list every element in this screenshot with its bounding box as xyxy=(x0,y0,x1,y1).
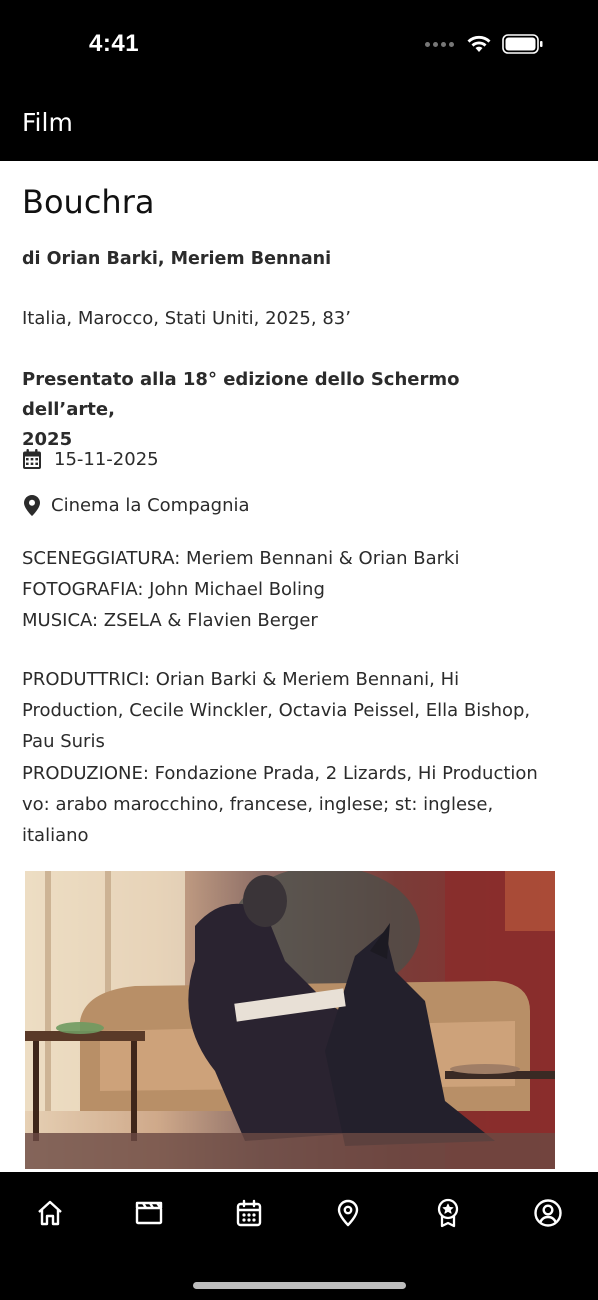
tab-bar xyxy=(0,1172,598,1300)
screening-date: 15-11-2025 xyxy=(22,448,159,470)
wifi-icon xyxy=(467,35,491,52)
credit-line: PRODUTTRICI: Orian Barki & Meriem Bennan… xyxy=(22,669,460,690)
tab-venues[interactable] xyxy=(331,1196,365,1230)
calendar-icon xyxy=(236,1199,262,1227)
page-title: Film xyxy=(22,108,73,137)
credit-line: FOTOGRAFIA: John Michael Boling xyxy=(22,579,325,601)
app-header: Film xyxy=(0,90,598,161)
film-detail[interactable]: Bouchra di Orian Barki, Meriem Bennani I… xyxy=(0,161,598,1172)
film-presented-line: Presentato alla 18° edizione dello Scher… xyxy=(22,369,460,420)
map-pin-icon xyxy=(22,494,42,516)
battery-icon xyxy=(502,34,543,54)
home-indicator xyxy=(193,1282,406,1289)
tab-calendar[interactable] xyxy=(232,1196,266,1230)
film-icon xyxy=(135,1201,163,1225)
credit-line: PRODUZIONE: Fondazione Prada, 2 Lizards,… xyxy=(22,762,538,784)
film-title: Bouchra xyxy=(22,183,155,221)
film-directors: di Orian Barki, Meriem Bennani xyxy=(22,249,332,269)
film-still-image xyxy=(25,871,555,1169)
map-pin-icon xyxy=(337,1199,359,1227)
status-icons xyxy=(425,34,544,54)
credit-line: MUSICA: ZSELA & Flavien Berger xyxy=(22,610,318,632)
credit-line: Pau Suris xyxy=(22,731,105,753)
screening-venue-text: Cinema la Compagnia xyxy=(51,494,250,516)
production-block: PRODUTTRICI: Orian Barki & Meriem Bennan… xyxy=(22,664,562,851)
signal-icon xyxy=(425,41,454,47)
award-icon xyxy=(437,1198,459,1228)
screening-venue[interactable]: Cinema la Compagnia xyxy=(22,494,250,516)
credit-line: Production, Cecile Winckler, Octavia Pei… xyxy=(22,700,531,722)
calendar-icon xyxy=(22,448,42,470)
user-icon xyxy=(534,1199,562,1227)
film-origin: Italia, Marocco, Stati Uniti, 2025, 83’ xyxy=(22,308,351,329)
credits-block: SCENEGGIATURA: Meriem Bennani & Orian Ba… xyxy=(22,543,562,637)
tab-awards[interactable] xyxy=(431,1196,465,1230)
credit-line: vo: arabo marocchino, francese, inglese;… xyxy=(22,793,494,815)
home-icon xyxy=(38,1200,62,1226)
credit-line: SCENEGGIATURA: Meriem Bennani & Orian Ba… xyxy=(22,548,460,569)
status-bar: 4:41 xyxy=(0,0,598,90)
tab-profile[interactable] xyxy=(531,1196,565,1230)
credit-line: italiano xyxy=(22,825,89,847)
tab-films[interactable] xyxy=(132,1196,166,1230)
screening-date-text: 15-11-2025 xyxy=(54,448,159,470)
tab-home[interactable] xyxy=(33,1196,67,1230)
status-time: 4:41 xyxy=(89,30,140,57)
film-presented: Presentato alla 18° edizione dello Scher… xyxy=(22,365,542,455)
